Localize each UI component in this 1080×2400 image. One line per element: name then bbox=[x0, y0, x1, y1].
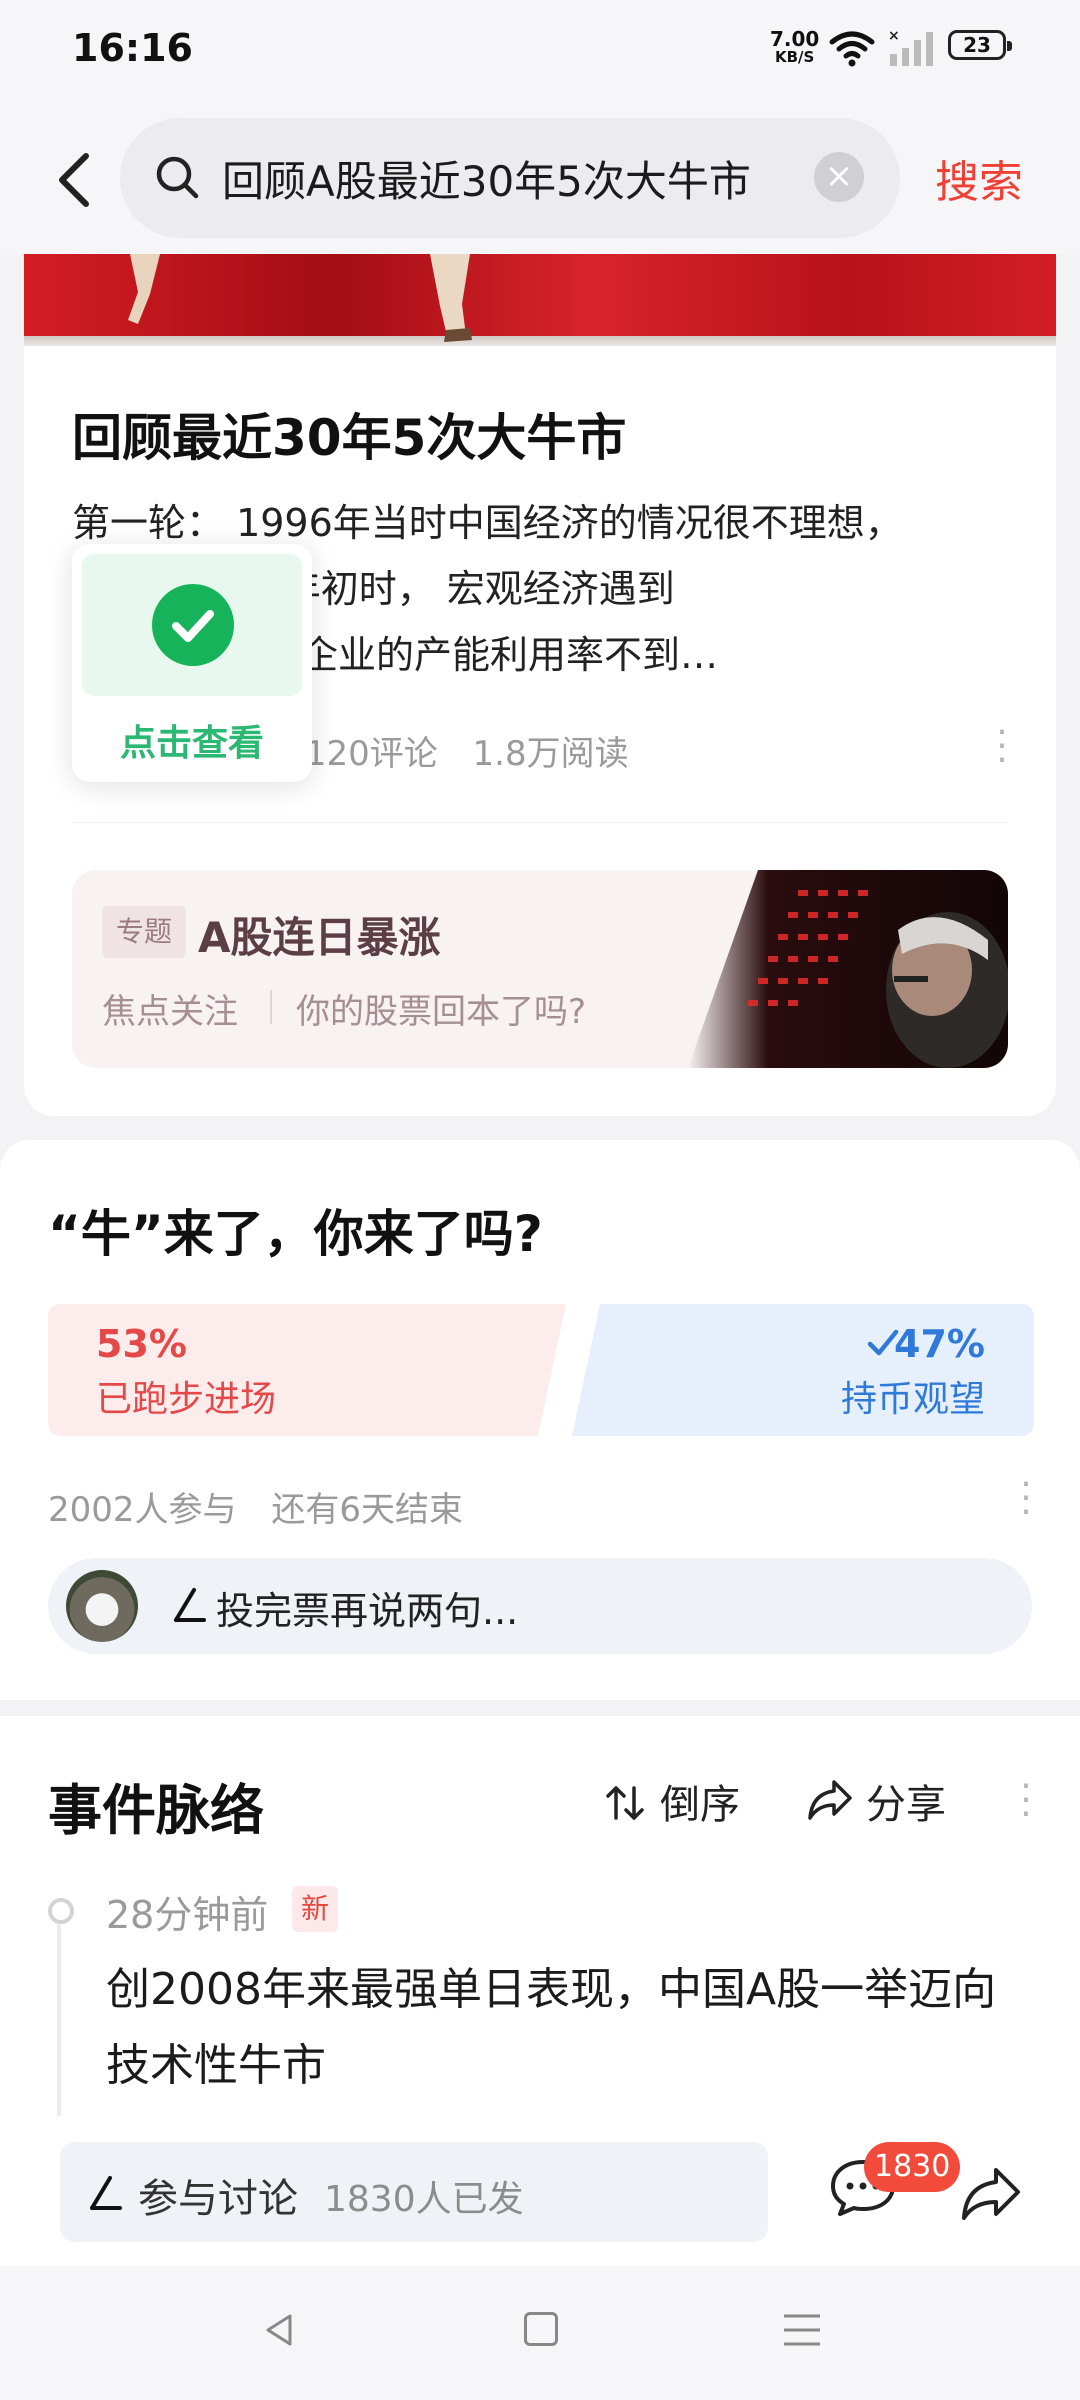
back-arrow-icon[interactable] bbox=[46, 140, 106, 220]
more-options-icon[interactable]: · · · bbox=[992, 715, 1012, 779]
more-options-icon[interactable]: · · · bbox=[1016, 1769, 1036, 1833]
divider bbox=[72, 822, 1008, 823]
timeline-line bbox=[57, 1924, 61, 2124]
share-icon[interactable] bbox=[806, 1778, 854, 1822]
share-icon[interactable] bbox=[960, 2164, 1022, 2220]
discuss-count: 1830人已发 bbox=[324, 2179, 524, 2220]
battery-icon: 23 bbox=[948, 30, 1012, 60]
clear-icon[interactable]: × bbox=[814, 152, 864, 202]
section-separator bbox=[0, 1700, 1080, 1716]
nav-home-icon[interactable] bbox=[524, 2312, 558, 2346]
check-circle-icon bbox=[152, 584, 234, 666]
article-title[interactable]: 回顾最近30年5次大牛市 bbox=[72, 398, 626, 470]
topic-tag: 专题 bbox=[102, 906, 187, 958]
poll-option-percent: 47% bbox=[894, 1322, 985, 1366]
search-button[interactable]: 搜索 bbox=[935, 146, 1023, 210]
topic-subtitle: 焦点关注 bbox=[102, 992, 238, 1032]
network-speed: 7.00 KB/S bbox=[770, 27, 820, 66]
poll-question: “牛”来了，你来了吗? bbox=[48, 1205, 543, 1263]
more-options-icon[interactable]: · · · bbox=[1016, 1467, 1036, 1531]
timeline-dot bbox=[48, 1898, 74, 1924]
banner-base bbox=[24, 336, 1056, 346]
article-reads: 1.8万阅读 bbox=[472, 734, 629, 774]
comment-count-badge: 1830 bbox=[864, 2142, 961, 2192]
horse-figure-image bbox=[128, 254, 160, 324]
topic-subtitle: 你的股票回本了吗? bbox=[296, 992, 587, 1032]
timeline-item-time: 28分钟前 bbox=[106, 1893, 269, 1937]
signal-icon: × bbox=[888, 28, 933, 66]
share-button[interactable]: 分享 bbox=[866, 1772, 946, 1830]
timeline-title: 事件脉络 bbox=[48, 1779, 264, 1842]
search-query-text[interactable]: 回顾A股最近30年5次大牛市 bbox=[222, 148, 751, 209]
view-button-label[interactable]: 点击查看 bbox=[72, 714, 312, 766]
article-comments: 120评论 bbox=[304, 734, 438, 774]
poll-participants: 2002人参与 bbox=[48, 1490, 237, 1530]
poll-option-label: 持币观望 bbox=[840, 1379, 985, 1420]
poll-deadline: 还有6天结束 bbox=[271, 1490, 463, 1530]
sort-icon[interactable] bbox=[604, 1782, 646, 1824]
search-icon bbox=[156, 156, 199, 199]
poll-meta: 2002人参与 还有6天结束 bbox=[48, 1482, 487, 1531]
new-badge: 新 bbox=[292, 1886, 338, 1932]
timeline-item-text[interactable]: 创2008年来最强单日表现，中国A股一举迈向技术性牛市 bbox=[106, 1952, 1036, 2104]
pen-icon bbox=[174, 1588, 206, 1622]
poll-option-percent: 53% bbox=[96, 1322, 187, 1366]
avatar bbox=[66, 1570, 138, 1642]
divider bbox=[270, 990, 272, 1024]
wifi-icon bbox=[829, 31, 875, 67]
nav-menu-icon[interactable] bbox=[782, 2312, 822, 2348]
nav-back-icon[interactable] bbox=[262, 2312, 298, 2348]
comment-placeholder[interactable]: 投完票再说两句... bbox=[216, 1580, 518, 1635]
network-speed-value: 7.00 bbox=[770, 27, 820, 51]
status-time: 16:16 bbox=[72, 26, 193, 70]
discuss-label[interactable]: 参与讨论 bbox=[138, 2166, 298, 2224]
topic-title[interactable]: A股连日暴涨 bbox=[198, 904, 441, 965]
stock-screen-image bbox=[688, 870, 1008, 1068]
svg-text:×: × bbox=[888, 28, 900, 44]
network-speed-unit: KB/S bbox=[775, 48, 815, 66]
poll-option-label: 已跑步进场 bbox=[96, 1379, 277, 1420]
sort-button[interactable]: 倒序 bbox=[660, 1772, 740, 1830]
horse-figure-image bbox=[430, 254, 472, 342]
pen-icon bbox=[90, 2176, 122, 2210]
